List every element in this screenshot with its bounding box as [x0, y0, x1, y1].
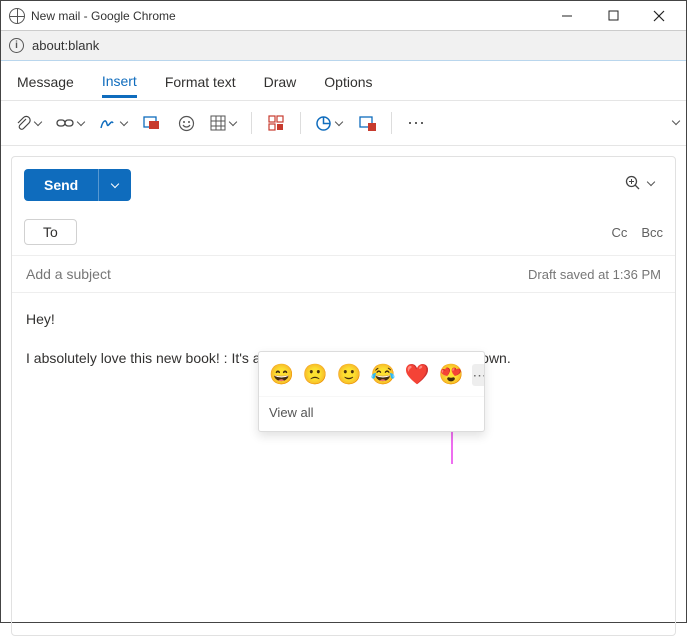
ellipsis-icon: ⋯ — [472, 365, 485, 386]
chevron-down-icon[interactable] — [647, 179, 655, 187]
compose-panel: Send To Cc Bcc Draft saved at 1:36 PM He… — [11, 156, 676, 636]
to-button[interactable]: To — [24, 219, 77, 245]
separator — [251, 112, 252, 134]
chevron-down-icon — [335, 119, 343, 127]
window-maximize-button[interactable] — [590, 1, 636, 31]
link-icon — [56, 118, 74, 128]
subject-input[interactable] — [26, 266, 528, 282]
attach-file-button[interactable] — [9, 107, 48, 139]
emoji-heart-eyes[interactable]: 😍 — [439, 360, 464, 390]
subject-row: Draft saved at 1:36 PM — [12, 256, 675, 293]
send-dropdown-button[interactable] — [99, 169, 131, 201]
emoji-more-button[interactable]: ⋯ — [472, 364, 485, 386]
tab-insert[interactable]: Insert — [102, 73, 137, 98]
pictures-button[interactable] — [136, 107, 168, 139]
emoji-heart[interactable]: ❤️ — [405, 360, 430, 390]
chevron-down-icon — [77, 119, 85, 127]
chevron-down-icon — [111, 181, 119, 189]
send-button[interactable]: Send — [24, 169, 99, 201]
apps-button[interactable] — [260, 107, 292, 139]
emoji-grin[interactable]: 😄 — [269, 360, 294, 390]
zoom-button[interactable] — [625, 175, 641, 191]
maximize-icon — [608, 10, 619, 21]
chevron-down-icon — [120, 119, 128, 127]
pictures-icon — [143, 115, 161, 131]
emoji-quick-row: 😄 🙁 🙂 😂 ❤️ 😍 ⋯ — [259, 352, 484, 396]
emoji-joy[interactable]: 😂 — [371, 360, 396, 390]
site-info-icon[interactable]: i — [9, 38, 24, 53]
cc-button[interactable]: Cc — [611, 225, 627, 240]
ribbon-collapse-button[interactable] — [672, 113, 680, 129]
chevron-down-icon — [672, 118, 680, 126]
send-row: Send — [12, 157, 675, 213]
more-commands-button[interactable]: ⋯ — [400, 107, 432, 139]
tab-message[interactable]: Message — [17, 74, 74, 98]
minimize-icon — [561, 10, 573, 22]
window-close-button[interactable] — [636, 1, 682, 31]
loop-component-button[interactable] — [309, 107, 349, 139]
chevron-down-icon — [34, 119, 42, 127]
emoji-picker-popup: 😄 🙁 🙂 😂 ❤️ 😍 ⋯ View all — [258, 351, 485, 432]
to-row: To Cc Bcc — [12, 213, 675, 256]
link-button[interactable] — [50, 107, 91, 139]
poll-icon — [358, 115, 376, 131]
paperclip-icon — [15, 115, 31, 131]
tab-draw[interactable]: Draw — [264, 74, 297, 98]
window-title: New mail - Google Chrome — [31, 9, 544, 23]
globe-icon — [9, 8, 25, 24]
ellipsis-icon: ⋯ — [407, 113, 425, 134]
magnifier-icon — [625, 175, 641, 191]
separator — [391, 112, 392, 134]
loop-icon — [315, 115, 332, 132]
table-button[interactable] — [204, 107, 243, 139]
tab-format-text[interactable]: Format text — [165, 74, 236, 98]
emoji-view-all-button[interactable]: View all — [259, 396, 484, 431]
table-icon — [210, 115, 226, 131]
body-line: Hey! — [26, 309, 661, 330]
chevron-down-icon — [229, 119, 237, 127]
bcc-button[interactable]: Bcc — [641, 225, 663, 240]
tab-options[interactable]: Options — [324, 74, 372, 98]
draft-saved-label: Draft saved at 1:36 PM — [528, 267, 661, 282]
emoji-button[interactable] — [170, 107, 202, 139]
signature-button[interactable] — [93, 107, 134, 139]
url-text: about:blank — [32, 38, 99, 53]
apps-icon — [268, 115, 284, 131]
browser-address-bar: i about:blank — [1, 31, 686, 61]
window-titlebar: New mail - Google Chrome — [1, 1, 686, 31]
emoji-frown[interactable]: 🙁 — [303, 360, 328, 390]
ribbon-tabs: Message Insert Format text Draw Options — [1, 61, 686, 101]
emoji-smile[interactable]: 🙂 — [337, 360, 362, 390]
separator — [300, 112, 301, 134]
window-minimize-button[interactable] — [544, 1, 590, 31]
ribbon-toolbar: ⋯ — [1, 101, 686, 146]
smiley-icon — [178, 115, 195, 132]
poll-button[interactable] — [351, 107, 383, 139]
message-body[interactable]: Hey! I absolutely love this new book! : … — [12, 293, 675, 403]
signature-icon — [99, 115, 117, 131]
close-icon — [653, 10, 665, 22]
